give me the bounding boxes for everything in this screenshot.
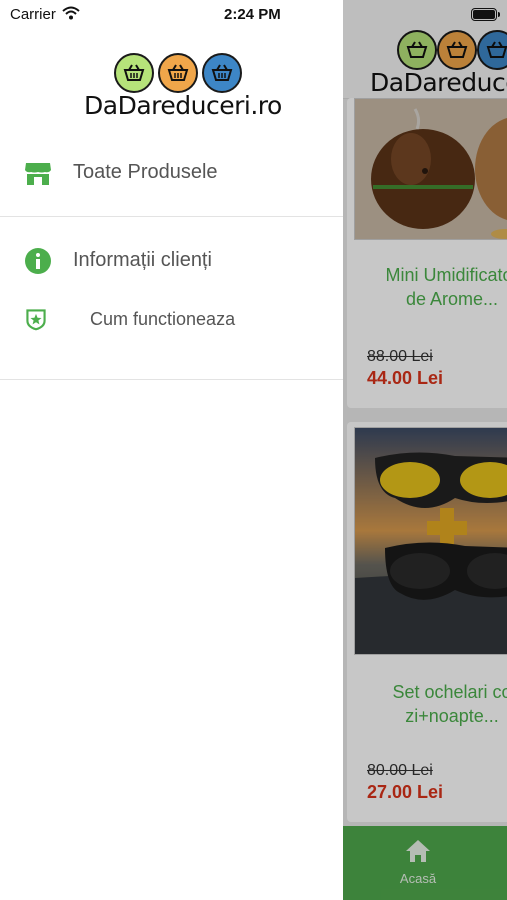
info-icon <box>25 248 51 274</box>
menu-item-label: Cum functioneaza <box>90 309 236 329</box>
clock: 2:24 PM <box>224 6 281 23</box>
product-title[interactable]: Set ochelari co zi+noapte... <box>347 680 507 728</box>
menu-item-how-it-works[interactable]: Cum functioneaza <box>0 298 343 342</box>
store-icon <box>25 163 51 185</box>
product-title-line: zi+noapte... <box>405 706 499 726</box>
logo-text: DaDareduceri.ro <box>370 68 507 97</box>
menu-divider <box>0 216 343 217</box>
tab-bar: Acasă <box>343 826 507 900</box>
product-image[interactable] <box>354 98 507 240</box>
tab-home[interactable]: Acasă <box>383 838 453 886</box>
new-price: 44.00 Lei <box>367 368 444 388</box>
side-drawer: DaDareduceri.ro Toate Produsele Informaț… <box>0 0 343 900</box>
home-icon <box>406 840 430 862</box>
basket-icon <box>477 30 507 70</box>
product-title-line: de Arome... <box>405 289 499 309</box>
wifi-icon <box>62 6 80 20</box>
new-price: 27.00 Lei <box>367 782 444 802</box>
menu-item-label: Informații clienți <box>73 249 212 271</box>
product-card[interactable]: Mini Umidificator de Arome... 88.00 Lei … <box>347 98 507 408</box>
product-image[interactable] <box>354 427 507 655</box>
product-card[interactable]: Set ochelari co zi+noapte... 80.00 Lei 2… <box>347 422 507 822</box>
tab-home-label: Acasă <box>399 871 437 886</box>
status-bar: Carrier 2:24 PM <box>0 0 507 30</box>
menu-item-all-products[interactable]: Toate Produsele <box>0 151 343 195</box>
menu-item-client-info[interactable]: Informații clienți <box>0 239 343 283</box>
product-title-line: Mini Umidificator <box>385 265 507 285</box>
old-price: 88.00 Lei <box>367 348 433 365</box>
badge-star-icon <box>26 309 46 331</box>
basket-icon <box>202 53 242 93</box>
product-title-line: Set ochelari co <box>392 682 507 702</box>
old-price: 80.00 Lei <box>367 762 433 779</box>
carrier-label: Carrier <box>10 6 56 23</box>
logo-text: DaDareduceri.ro <box>84 91 282 120</box>
menu-item-label: Toate Produsele <box>73 161 218 183</box>
basket-icon <box>158 53 198 93</box>
basket-icon <box>114 53 154 93</box>
menu-divider <box>0 379 343 380</box>
battery-icon <box>471 8 500 21</box>
basket-icon <box>397 30 437 70</box>
product-title[interactable]: Mini Umidificator de Arome... <box>347 263 507 311</box>
basket-icon <box>437 30 477 70</box>
